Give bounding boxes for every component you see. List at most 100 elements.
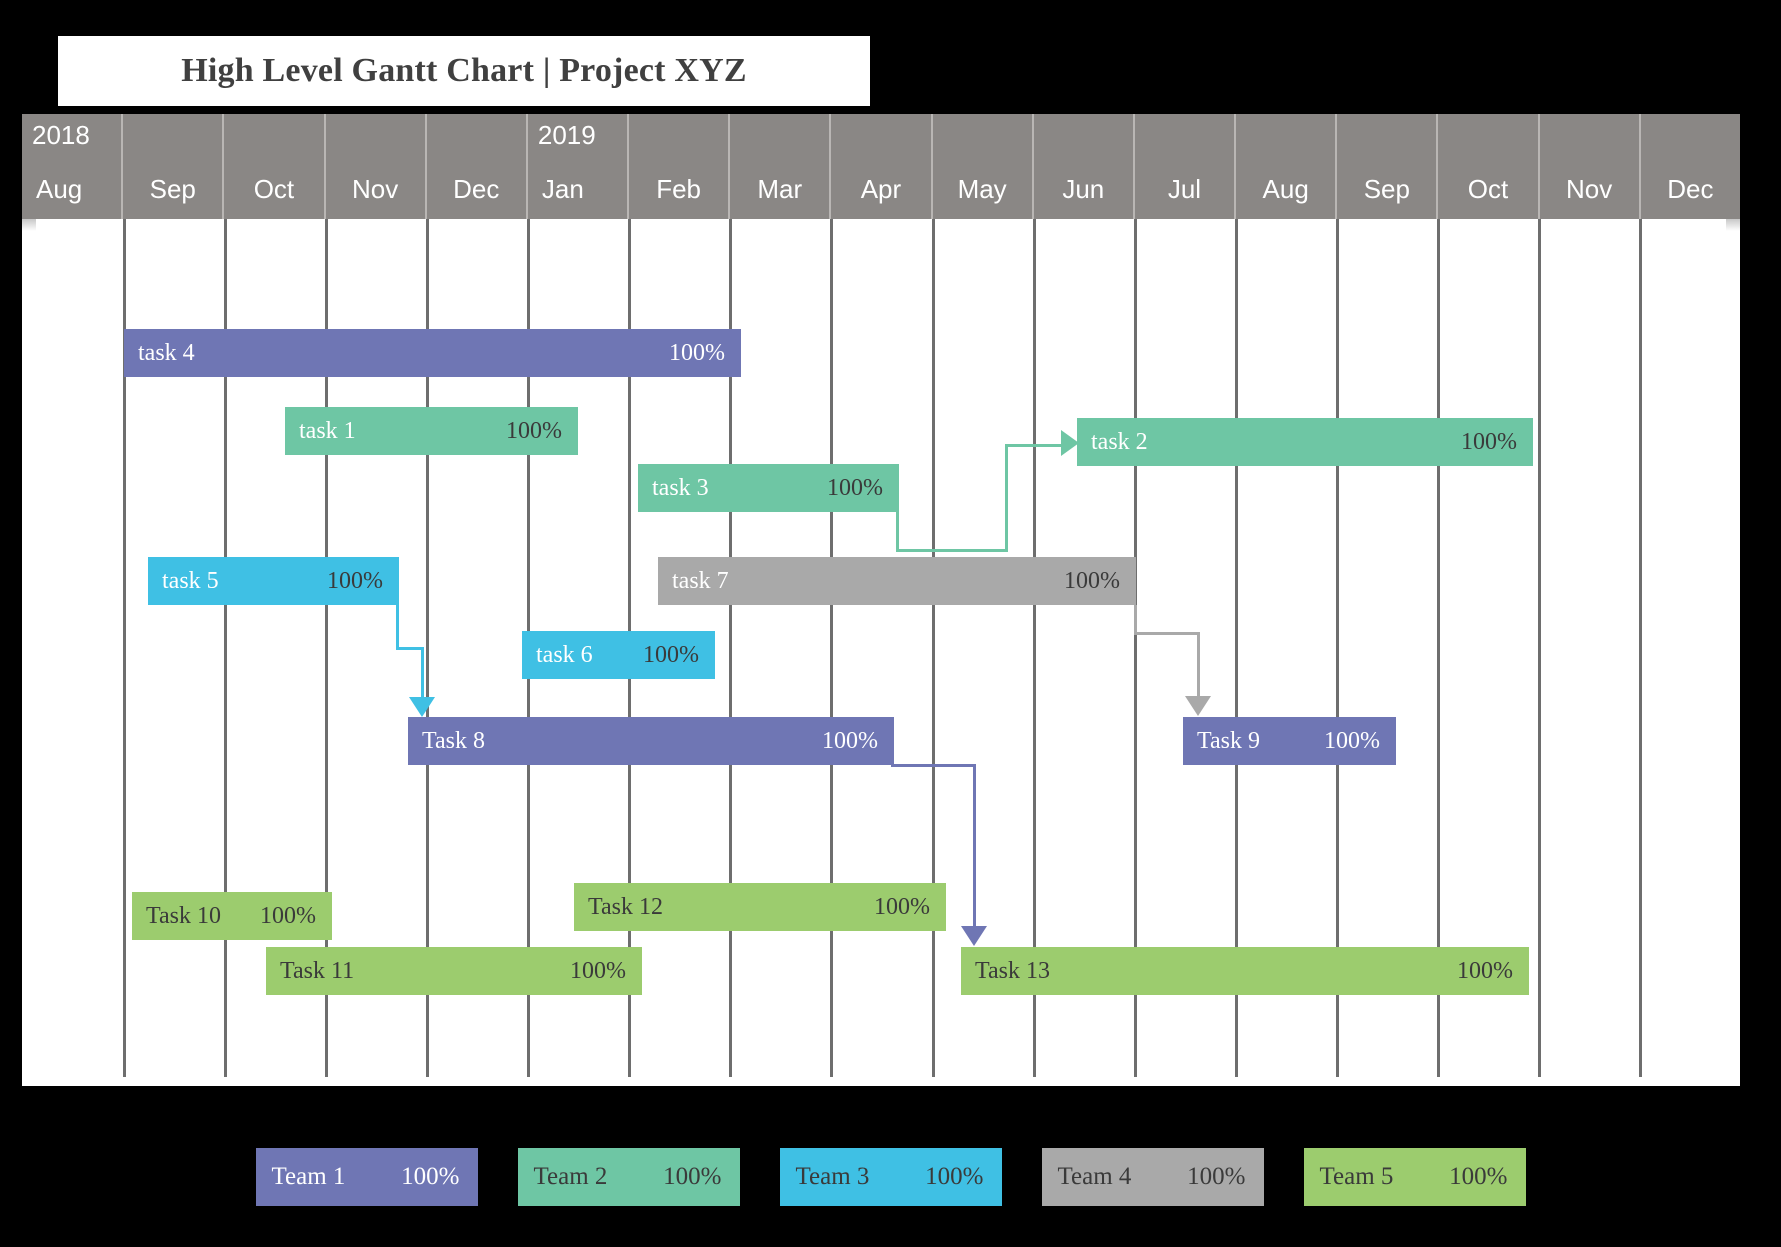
legend-item[interactable]: Team 5 100%: [1303, 1148, 1526, 1206]
connector-segment: [1134, 632, 1200, 635]
task-bar-label: task 3: [652, 474, 709, 501]
task-bar-percent: 100%: [260, 902, 316, 929]
connector-segment: [421, 647, 424, 699]
connector-segment: [396, 605, 399, 650]
legend-item-label: Team 3: [795, 1163, 870, 1190]
month-column-dec-4[interactable]: Dec: [426, 114, 528, 219]
connector-segment: [891, 764, 976, 767]
task-bar[interactable]: task 4 100%: [124, 329, 741, 377]
timeline-header: 2018 Aug Sep Oct Nov Dec 2019 Jan Feb Mar Apr May Ju…: [22, 114, 1740, 219]
connector-arrow-icon: [961, 926, 987, 946]
month-label: Aug: [36, 174, 83, 204]
legend-item[interactable]: Team 4 100%: [1041, 1148, 1264, 1206]
gridline: [830, 219, 834, 1077]
task-bar-label: task 2: [1091, 428, 1148, 455]
task-bar[interactable]: Task 12 100%: [574, 883, 946, 931]
year-label: 2018: [32, 120, 90, 150]
legend-item[interactable]: Team 3 100%: [779, 1148, 1002, 1206]
month-label: Dec: [1667, 174, 1714, 204]
connector-segment: [896, 549, 1008, 552]
task-bar[interactable]: Task 8 100%: [408, 717, 894, 765]
connector-arrow-icon: [1185, 696, 1211, 716]
legend-item-percent: 100%: [925, 1163, 984, 1190]
month-column-oct-14[interactable]: Oct: [1438, 114, 1540, 219]
task-bar[interactable]: task 3 100%: [638, 464, 899, 512]
task-bar[interactable]: task 6 100%: [522, 631, 715, 679]
legend-item[interactable]: Team 1 100%: [255, 1148, 478, 1206]
month-label: Oct: [1467, 174, 1509, 204]
task-bar-label: Task 8: [422, 727, 485, 754]
task-bar-label: Task 10: [146, 902, 221, 929]
legend-item-percent: 100%: [1449, 1163, 1508, 1190]
month-label: Mar: [757, 174, 803, 204]
task-bar-percent: 100%: [669, 339, 725, 366]
connector-segment: [1134, 605, 1137, 635]
legend-item-label: Team 5: [1319, 1163, 1394, 1190]
task-bar[interactable]: Task 10 100%: [132, 892, 332, 940]
gridline: [931, 219, 935, 1077]
task-bar-label: task 5: [162, 567, 219, 594]
legend-item[interactable]: Team 2 100%: [517, 1148, 740, 1206]
month-label: Feb: [656, 174, 702, 204]
legend-item-percent: 100%: [401, 1163, 460, 1190]
task-bar-percent: 100%: [1457, 957, 1513, 984]
task-bar[interactable]: task 7 100%: [658, 557, 1136, 605]
month-label: Jun: [1062, 174, 1105, 204]
legend-item-label: Team 1: [271, 1163, 346, 1190]
task-bar[interactable]: task 5 100%: [148, 557, 399, 605]
gridline: [1537, 219, 1541, 1077]
task-bar-percent: 100%: [327, 567, 383, 594]
task-bar-label: task 7: [672, 567, 729, 594]
month-column-oct-2[interactable]: Oct: [224, 114, 326, 219]
month-label: Oct: [253, 174, 295, 204]
plot-area: task 4 100% task 1 100% task 2 100% task 3 100%…: [36, 219, 1726, 1077]
task-bar-percent: 100%: [643, 641, 699, 668]
month-label: Nov: [351, 174, 399, 204]
task-bar-label: task 4: [138, 339, 195, 366]
task-bar-percent: 100%: [506, 417, 562, 444]
month-column-sep-13[interactable]: Sep: [1337, 114, 1439, 219]
month-column-dec-16[interactable]: Dec: [1640, 114, 1740, 219]
connector-segment: [1197, 632, 1200, 698]
task-bar-label: Task 13: [975, 957, 1050, 984]
month-column-nov-15[interactable]: Nov: [1539, 114, 1641, 219]
connector-segment: [973, 764, 976, 929]
chart-frame: 2018 Aug Sep Oct Nov Dec 2019 Jan Feb Mar Apr May Ju…: [22, 114, 1740, 1086]
month-column-mar-7[interactable]: Mar: [730, 114, 832, 219]
month-column-may-9[interactable]: May: [932, 114, 1034, 219]
month-column-aug-12[interactable]: Aug: [1236, 114, 1338, 219]
month-label: Aug: [1262, 174, 1309, 204]
task-bar[interactable]: task 1 100%: [285, 407, 578, 455]
task-bar-label: Task 12: [588, 893, 663, 920]
month-column-apr-8[interactable]: Apr: [831, 114, 933, 219]
connector-segment: [896, 512, 899, 552]
connector-segment: [396, 647, 424, 650]
month-label: Nov: [1566, 174, 1613, 204]
task-bar[interactable]: Task 13 100%: [961, 947, 1529, 995]
month-column-sep-1[interactable]: Sep: [123, 114, 225, 219]
task-bar[interactable]: Task 9 100%: [1183, 717, 1396, 765]
gantt-chart-page: High Level Gantt Chart | Project XYZ 201…: [0, 0, 1781, 1247]
month-column-aug-0[interactable]: 2018 Aug: [22, 114, 124, 219]
page-title: High Level Gantt Chart | Project XYZ: [181, 52, 747, 89]
month-label: Dec: [453, 174, 500, 204]
month-label: Sep: [1363, 174, 1410, 204]
month-column-jun-10[interactable]: Jun: [1033, 114, 1135, 219]
year-label: 2019: [537, 120, 596, 150]
month-label: Jan: [541, 174, 584, 204]
task-bar[interactable]: Task 11 100%: [266, 947, 642, 995]
month-column-jan-5[interactable]: 2019 Jan: [527, 114, 630, 219]
month-column-nov-3[interactable]: Nov: [325, 114, 427, 219]
task-bar-percent: 100%: [827, 474, 883, 501]
month-column-feb-6[interactable]: Feb: [629, 114, 731, 219]
legend-item-percent: 100%: [1187, 1163, 1246, 1190]
month-column-jul-11[interactable]: Jul: [1134, 114, 1237, 219]
connector-segment: [1005, 444, 1008, 552]
legend-item-label: Team 4: [1057, 1163, 1132, 1190]
task-bar-label: Task 9: [1197, 727, 1260, 754]
task-bar-label: task 6: [536, 641, 593, 668]
task-bar-percent: 100%: [1324, 727, 1380, 754]
task-bar[interactable]: task 2 100%: [1077, 418, 1533, 466]
month-label: Sep: [149, 174, 196, 204]
month-label: Apr: [860, 174, 902, 204]
